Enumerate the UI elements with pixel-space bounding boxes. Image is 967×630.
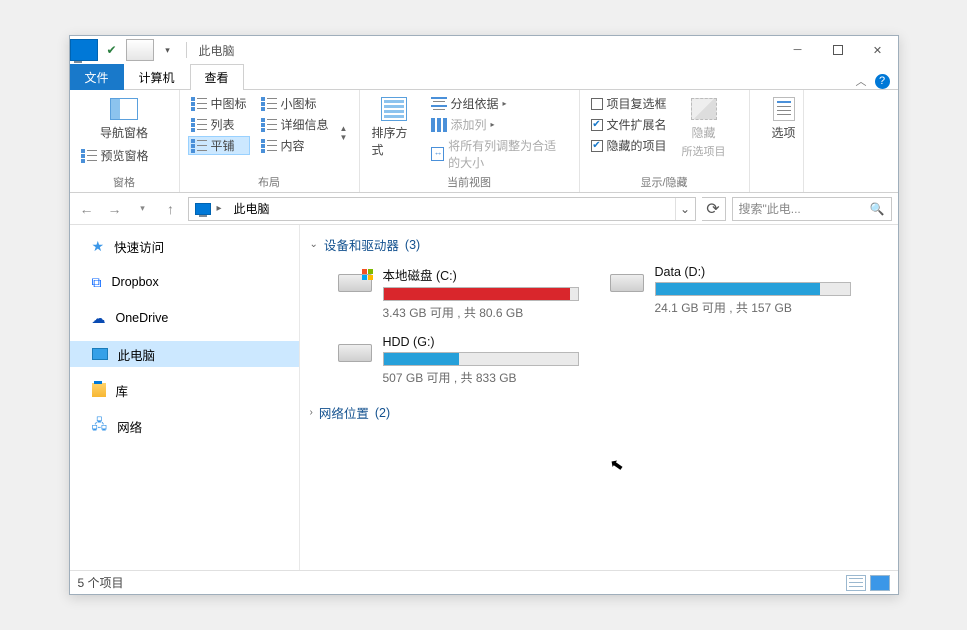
item-checkboxes-toggle[interactable]: 项目复选框	[588, 94, 670, 113]
view-large-button[interactable]	[870, 575, 890, 591]
usage-bar	[383, 352, 579, 366]
libraries-icon	[92, 383, 106, 397]
usage-bar	[655, 282, 851, 296]
status-bar: 5 个项目	[70, 570, 898, 594]
tab-view[interactable]: 查看	[190, 64, 244, 90]
sidebar-item-quickaccess[interactable]: ★快速访问	[70, 233, 299, 259]
ribbon-tabs: 文件 计算机 查看 ︿ ?	[70, 64, 898, 90]
drive-subtext: 24.1 GB 可用 , 共 157 GB	[655, 299, 851, 316]
drive-icon	[338, 274, 372, 292]
file-ext-toggle[interactable]: ✔文件扩展名	[588, 115, 670, 134]
layout-list[interactable]: 列表	[188, 115, 250, 134]
chevron-right-icon: ›	[310, 407, 313, 418]
layout-details[interactable]: 详细信息	[258, 115, 332, 134]
forward-button[interactable]: →	[104, 198, 126, 220]
hidden-items-toggle[interactable]: ✔隐藏的项目	[588, 136, 670, 155]
layout-more-icon[interactable]: ▲▼	[340, 124, 348, 142]
window-title: 此电脑	[199, 42, 235, 59]
address-location: 此电脑	[234, 200, 270, 217]
system-icon[interactable]	[70, 39, 98, 61]
usage-bar	[383, 287, 579, 301]
dropbox-icon: ⧉	[92, 274, 102, 291]
search-icon: 🔍	[870, 202, 885, 216]
maximize-button[interactable]	[818, 36, 858, 64]
sidebar-item-onedrive[interactable]: ☁OneDrive	[70, 305, 299, 331]
layout-small[interactable]: 小图标	[258, 94, 332, 113]
sidebar-item-dropbox[interactable]: ⧉Dropbox	[70, 269, 299, 295]
group-by-button[interactable]: 分组依据 ▸	[428, 94, 571, 113]
nav-pane-label: 导航窗格	[100, 124, 148, 141]
sidebar-item-libraries[interactable]: 库	[70, 377, 299, 403]
search-placeholder: 搜索"此电...	[739, 200, 801, 217]
group-network-header[interactable]: › 网络位置 (2)	[310, 399, 888, 426]
drive-item[interactable]: HDD (G:) 507 GB 可用 , 共 833 GB	[334, 332, 582, 389]
address-bar[interactable]: ▸ 此电脑 ⌄	[188, 197, 696, 221]
drive-item[interactable]: 本地磁盘 (C:) 3.43 GB 可用 , 共 80.6 GB	[334, 262, 582, 324]
drive-icon	[338, 344, 372, 362]
qat-properties-icon[interactable]: ✔	[98, 39, 126, 61]
drive-name: Data (D:)	[655, 265, 851, 279]
address-dropdown-icon[interactable]: ⌄	[675, 198, 695, 220]
options-button[interactable]: 选项	[758, 94, 810, 176]
tab-file[interactable]: 文件	[70, 64, 124, 90]
group-panes-label: 窗格	[78, 172, 171, 192]
size-columns-button[interactable]: 将所有列调整为合适的大小	[428, 136, 571, 172]
network-icon: 🖧	[92, 414, 108, 438]
up-button[interactable]: ↑	[160, 198, 182, 220]
drive-subtext: 3.43 GB 可用 , 共 80.6 GB	[383, 304, 579, 321]
help-icon[interactable]: ?	[875, 74, 890, 89]
back-button[interactable]: ←	[76, 198, 98, 220]
minimize-button[interactable]: ─	[778, 36, 818, 64]
cursor-icon: ⬉	[608, 454, 625, 476]
add-columns-button[interactable]: 添加列 ▸	[428, 115, 571, 134]
address-bar-row: ← → ▾ ↑ ▸ 此电脑 ⌄ ⟳ 搜索"此电... 🔍	[70, 193, 898, 225]
layout-tiles[interactable]: 平铺	[188, 136, 250, 155]
layout-content[interactable]: 内容	[258, 136, 332, 155]
sidebar: ★快速访问 ⧉Dropbox ☁OneDrive 此电脑 库 🖧网络	[70, 225, 300, 570]
drive-name: HDD (G:)	[383, 335, 579, 349]
main-content: ⌄ 设备和驱动器 (3) 本地磁盘 (C:) 3.43 GB 可用 , 共 80…	[300, 225, 898, 570]
group-show-label: 显示/隐藏	[588, 172, 741, 192]
pc-icon	[195, 203, 211, 215]
hide-selected-button[interactable]: 隐藏 所选项目	[678, 94, 730, 172]
drive-subtext: 507 GB 可用 , 共 833 GB	[383, 369, 579, 386]
preview-pane-button[interactable]: 预览窗格	[78, 146, 171, 165]
titlebar: ✔ ▾ 此电脑 ─ ✕	[70, 36, 898, 64]
star-icon: ★	[92, 238, 105, 255]
history-dropdown[interactable]: ▾	[132, 198, 154, 220]
close-button[interactable]: ✕	[858, 36, 898, 64]
group-view-label: 当前视图	[368, 172, 571, 192]
drive-name: 本地磁盘 (C:)	[383, 265, 579, 284]
view-details-button[interactable]	[846, 575, 866, 591]
sidebar-item-network[interactable]: 🖧网络	[70, 413, 299, 439]
qat-newfolder-icon[interactable]	[126, 39, 154, 61]
qat-customize-icon[interactable]: ▾	[154, 39, 182, 61]
tab-computer[interactable]: 计算机	[124, 64, 190, 90]
refresh-button[interactable]: ⟳	[702, 197, 726, 221]
separator	[186, 42, 187, 58]
chevron-down-icon: ⌄	[310, 239, 318, 250]
nav-pane-button[interactable]: 导航窗格	[78, 94, 171, 143]
group-devices-header[interactable]: ⌄ 设备和驱动器 (3)	[310, 231, 888, 258]
minimize-ribbon-icon[interactable]: ︿	[856, 73, 867, 89]
pc-icon	[92, 348, 108, 360]
status-text: 5 个项目	[78, 574, 124, 591]
ribbon: 导航窗格 预览窗格 窗格 中图标 列表 平铺 小图标 详细信息 内容 ▲▼	[70, 90, 898, 193]
sidebar-item-thispc[interactable]: 此电脑	[70, 341, 299, 367]
sort-button[interactable]: 排序方式	[368, 94, 420, 172]
layout-medium[interactable]: 中图标	[188, 94, 250, 113]
drive-item[interactable]: Data (D:) 24.1 GB 可用 , 共 157 GB	[606, 262, 854, 324]
explorer-window: ✔ ▾ 此电脑 ─ ✕ 文件 计算机 查看 ︿ ? 导航窗格 预览窗格	[69, 35, 899, 595]
search-box[interactable]: 搜索"此电... 🔍	[732, 197, 892, 221]
group-layout-label: 布局	[188, 172, 351, 192]
onedrive-icon: ☁	[92, 310, 106, 327]
drive-icon	[610, 274, 644, 292]
